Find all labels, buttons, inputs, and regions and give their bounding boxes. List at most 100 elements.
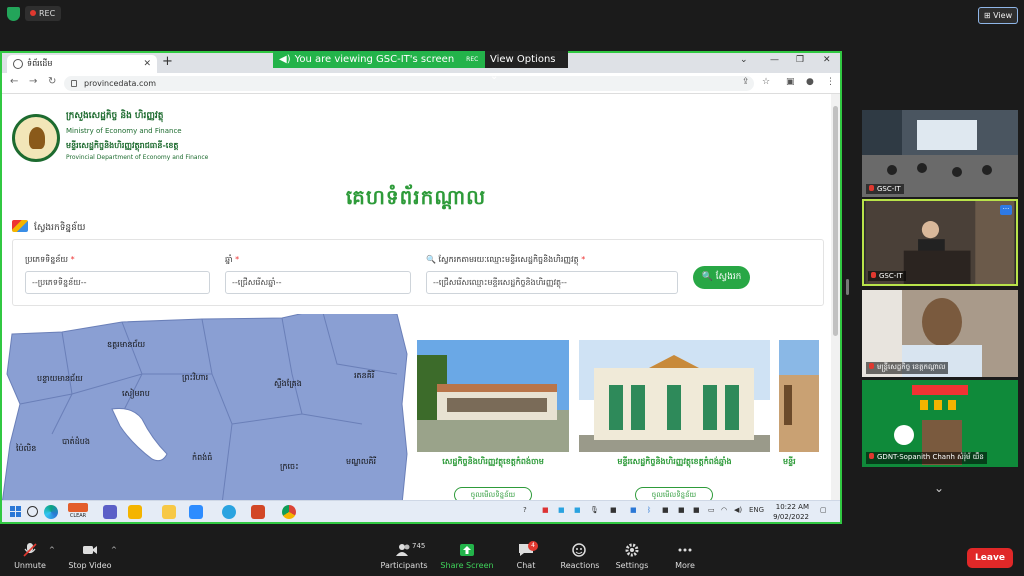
department-select[interactable]: --ជ្រើសរើសឈ្មោះមន្ទីរសេដ្ឋកិច្ចនិងហិរញ្ញ… xyxy=(426,271,678,294)
view-options-button[interactable]: View Options ⌄ xyxy=(485,51,568,82)
search-button[interactable]: 🔍 ស្វែងរក xyxy=(693,266,750,289)
zoom-top-bar: REC ⊞ View xyxy=(0,0,1024,30)
globe-icon xyxy=(13,59,23,69)
wifi-icon[interactable]: ◠ xyxy=(721,506,727,514)
help-icon[interactable]: ? xyxy=(523,506,527,514)
more-dots-icon xyxy=(678,548,692,552)
data-type-select[interactable]: --ប្រភេទទិន្នន័យ-- xyxy=(25,271,210,294)
province-card[interactable]: មន្ទីរសេដ្ឋកិច្ចនិងហិរញ្ញវត្ថុខេត្តកំពង់… xyxy=(579,340,770,500)
close-window-icon[interactable]: ✕ xyxy=(823,55,831,65)
bookmark-star-icon[interactable]: ☆ xyxy=(762,77,770,87)
search-icon[interactable] xyxy=(27,506,38,517)
chevron-down-icon[interactable]: ⌄ xyxy=(740,55,748,65)
back-icon[interactable]: ← xyxy=(10,76,18,87)
tray-app-icon[interactable]: ■ xyxy=(662,506,669,514)
microphone-icon[interactable]: 🎙 xyxy=(590,506,599,514)
volume-icon[interactable]: ◀) xyxy=(734,506,742,514)
department-label: 🔍 ស្វែករកតាមរយៈឈ្មោះមន្ទីរសេដ្ឋកិច្ចនិងហ… xyxy=(426,255,586,264)
panel-resize-handle[interactable] xyxy=(846,279,849,295)
powerpoint-icon[interactable] xyxy=(251,505,265,519)
view-button[interactable]: ⊞ View xyxy=(978,7,1018,24)
building-photo xyxy=(417,340,569,452)
map-label-ratanakiri: រតនគិរី xyxy=(354,370,375,380)
tray-app-icon[interactable]: ■ xyxy=(558,506,565,514)
map-label-kampong-thom: កំពង់ធំ xyxy=(192,452,212,462)
audio-options-caret[interactable]: ^ xyxy=(49,546,55,554)
more-button[interactable]: More xyxy=(650,543,720,570)
participant-name: GDNT-Sopanith Chanh សំរ៉ុម័ យឹន xyxy=(866,452,987,464)
telegram-icon[interactable] xyxy=(222,505,236,519)
ministry-name-kh: ក្រសួងសេដ្ឋកិច្ច និង ហិរញ្ញវត្ថុ xyxy=(66,111,164,121)
notifications-icon[interactable]: ▢ xyxy=(820,506,827,514)
view-data-button[interactable]: ចូលមើលទិន្នន័យ xyxy=(635,487,713,500)
page-scrollbar[interactable] xyxy=(831,94,840,500)
provinces-shape xyxy=(2,314,408,500)
ministry-logo xyxy=(12,114,60,162)
profile-icon[interactable]: ● xyxy=(806,77,814,87)
chrome-icon[interactable] xyxy=(282,505,296,519)
gear-icon xyxy=(625,543,639,557)
zoom-app-icon[interactable] xyxy=(189,505,203,519)
encryption-shield-icon[interactable] xyxy=(7,7,20,21)
sidebar-icon[interactable]: ▣ xyxy=(786,77,795,87)
edge-icon[interactable] xyxy=(44,505,58,519)
teams-icon[interactable] xyxy=(103,505,117,519)
search-icon: 🔍 xyxy=(701,272,713,282)
web-page: ក្រសួងសេដ្ឋកិច្ច និង ហិរញ្ញវត្ថុ Ministr… xyxy=(2,94,830,500)
chevron-down-icon[interactable]: ⌄ xyxy=(934,481,944,495)
tray-app-icon[interactable]: ■ xyxy=(693,506,700,514)
muted-microphone-icon xyxy=(23,543,37,557)
clock[interactable]: 10:22 AM 9/02/2022 xyxy=(771,502,809,522)
leave-button[interactable]: Leave xyxy=(967,548,1013,568)
year-select[interactable]: --ជ្រើសរើសឆ្នាំ-- xyxy=(225,271,411,294)
viewing-banner: ◀) You are viewing GSC-IT's screen REC xyxy=(273,51,485,68)
file-explorer-icon[interactable] xyxy=(162,505,176,519)
view-data-button[interactable]: ចូលមើលទិន្នន័យ xyxy=(454,487,532,500)
participant-tile[interactable]: មន្ត្រីសេដ្ឋកិច្ច ខេត្តកណ្តាល xyxy=(862,290,1018,377)
minimize-icon[interactable]: — xyxy=(770,55,779,65)
tray-app-icon[interactable]: ■ xyxy=(678,506,685,514)
map-label-mondulkiri: មណ្ឌលគិរី xyxy=(346,456,377,466)
address-bar: ← → ↻ provincedata.com ⇪ ☆ ▣ ● ⋮ xyxy=(2,73,840,94)
new-tab-icon[interactable]: + xyxy=(162,54,173,69)
input-language[interactable]: ENG xyxy=(749,506,764,514)
bluetooth-icon[interactable]: ᛒ xyxy=(647,506,651,514)
participant-tile-active-speaker[interactable]: ··· GSC-IT xyxy=(862,199,1018,286)
browser-tab[interactable]: ទំព័រដើម ✕ xyxy=(7,55,157,73)
battery-icon[interactable]: ▭ xyxy=(708,506,715,514)
participants-button[interactable]: Participants xyxy=(369,543,439,570)
video-options-caret[interactable]: ^ xyxy=(111,546,117,554)
tray-app-icon[interactable]: ■ xyxy=(574,506,581,514)
card-title: សេដ្ឋកិច្ចនិងហិរញ្ញវត្ថុខេត្តកំពង់ចាម xyxy=(442,457,544,466)
more-options-icon[interactable]: ··· xyxy=(1000,205,1012,215)
participant-name: មន្ត្រីសេដ្ឋកិច្ច ខេត្តកណ្តាល xyxy=(866,362,949,374)
lock-icon xyxy=(71,80,77,87)
tray-app-icon[interactable]: ■ xyxy=(630,506,637,514)
tray-app-icon[interactable]: ■ xyxy=(610,506,617,514)
record-dot-icon xyxy=(30,10,36,16)
scrollbar-thumb[interactable] xyxy=(833,106,838,336)
share-page-icon[interactable]: ⇪ xyxy=(742,77,750,87)
windows-start-icon[interactable] xyxy=(10,506,21,517)
search-heading: ស្វែងរកទិន្នន័យ xyxy=(12,220,85,235)
province-card[interactable]: មន្ទីរ xyxy=(779,340,819,500)
participant-tile[interactable]: GDNT-Sopanith Chanh សំរ៉ុម័ យឹន xyxy=(862,380,1018,467)
recording-indicator[interactable]: REC xyxy=(25,6,62,21)
reload-icon[interactable]: ↻ xyxy=(48,76,56,87)
map-label-battambang: បាត់ដំបង xyxy=(62,436,90,446)
url-field[interactable]: provincedata.com xyxy=(64,76,754,91)
forward-icon[interactable]: → xyxy=(29,76,37,87)
browser-menu-icon[interactable]: ⋮ xyxy=(826,77,835,87)
store-icon[interactable] xyxy=(128,505,142,519)
participant-tile[interactable]: GSC-IT xyxy=(862,110,1018,197)
map-label-siem-reap: សៀមរាប xyxy=(122,388,150,399)
tray-app-icon[interactable]: ■ xyxy=(542,506,549,514)
zoom-window: REC ⊞ View ◀) You are viewing GSC-IT's s… xyxy=(0,0,1024,576)
close-tab-icon[interactable]: ✕ xyxy=(143,55,151,73)
cambodia-map[interactable]: ឧត្តរមានជ័យ បន្ទាយមានជ័យ ព្រះវិហារ សៀមរា… xyxy=(2,314,412,500)
participant-name: GSC-IT xyxy=(866,184,904,194)
weather-widget[interactable]: CLEAR xyxy=(68,503,88,521)
province-card[interactable]: សេដ្ឋកិច្ចនិងហិរញ្ញវត្ថុខេត្តកំពង់ចាម ចូ… xyxy=(417,340,569,500)
restore-icon[interactable]: ❐ xyxy=(796,55,804,65)
viewing-text: You are viewing GSC-IT's screen xyxy=(294,54,455,65)
